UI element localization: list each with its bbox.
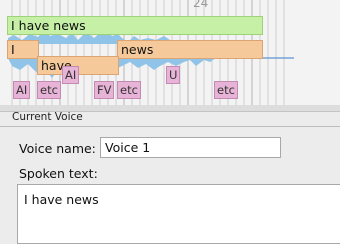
ruler-frame-label: 24 bbox=[193, 0, 209, 10]
voice-name-field[interactable]: Voice 1 bbox=[100, 137, 281, 158]
section-divider bbox=[0, 126, 340, 127]
phoneme-ai-mid[interactable]: AI bbox=[62, 66, 80, 84]
phoneme-u[interactable]: U bbox=[166, 66, 181, 84]
phoneme-etc-1[interactable]: etc bbox=[37, 81, 61, 99]
phoneme-etc-3[interactable]: etc bbox=[214, 81, 238, 99]
voice-name-label: Voice name: bbox=[19, 141, 96, 156]
timeline-panel[interactable]: 24 I have news I news have AI U AI etc F… bbox=[0, 0, 340, 106]
spoken-text-label: Spoken text: bbox=[19, 166, 98, 181]
phoneme-ai[interactable]: AI bbox=[13, 81, 31, 99]
phoneme-etc-2[interactable]: etc bbox=[117, 81, 141, 99]
section-title: Current Voice bbox=[12, 111, 83, 123]
word-bar-news[interactable]: news bbox=[117, 40, 263, 59]
voice-text-bar[interactable]: I have news bbox=[7, 16, 263, 35]
phoneme-fv[interactable]: FV bbox=[94, 81, 115, 99]
spoken-text-area[interactable]: I have news bbox=[17, 184, 340, 244]
current-voice-panel: Current Voice Voice name: Voice 1 Spoken… bbox=[0, 111, 340, 244]
word-bar-i[interactable]: I bbox=[7, 40, 39, 59]
